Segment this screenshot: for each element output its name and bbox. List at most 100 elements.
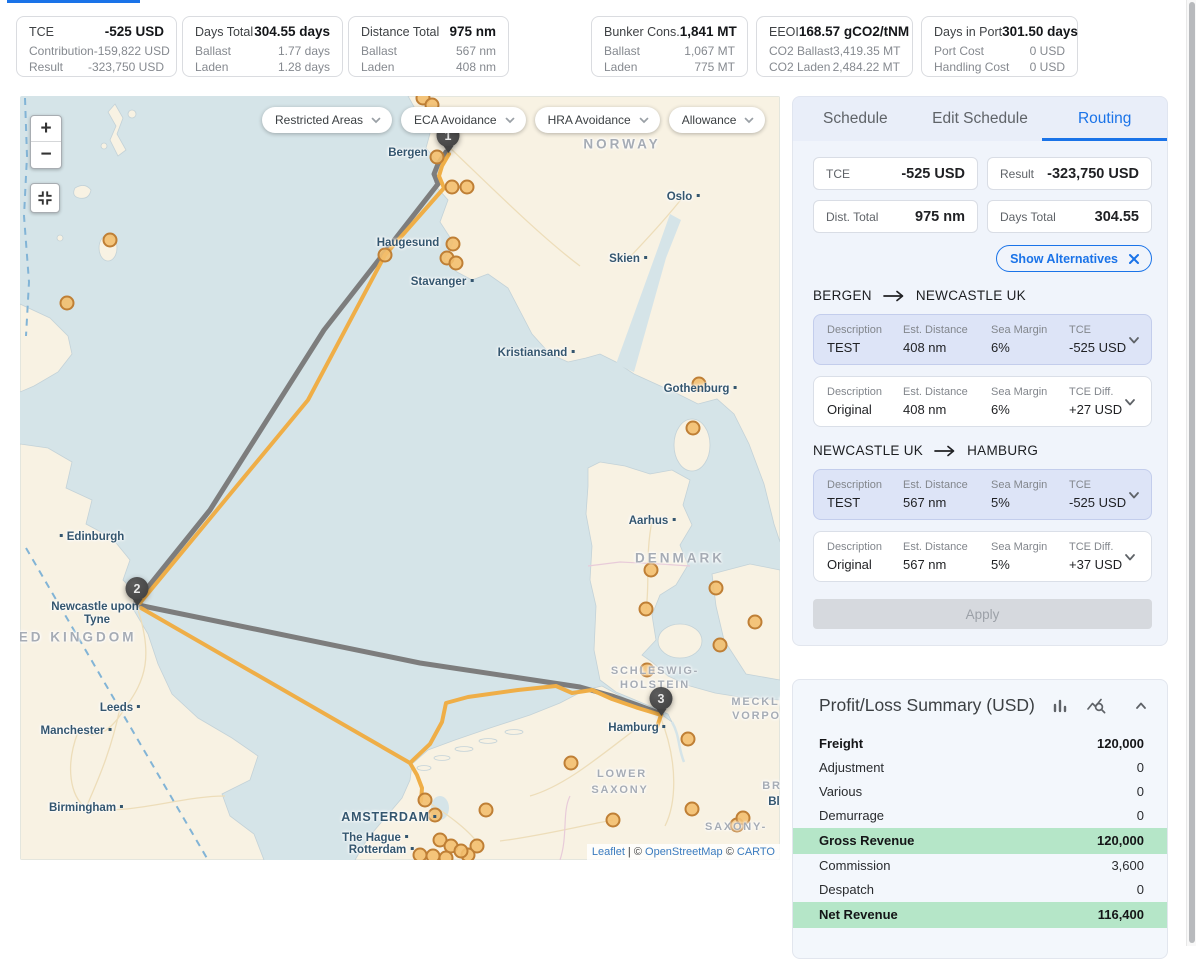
port-dot[interactable] (686, 803, 699, 816)
option-est-distance: Est. Distance567 nm (903, 541, 991, 572)
close-icon[interactable] (1127, 252, 1141, 266)
tab-edit-schedule[interactable]: Edit Schedule (918, 97, 1043, 141)
route-option[interactable]: DescriptionOriginalEst. Distance567 nmSe… (813, 531, 1152, 582)
attribution-link-leaflet[interactable]: Leaflet (592, 846, 625, 858)
filter-label: ECA Avoidance (414, 113, 497, 127)
kpi-sub-label: CO2 Ballast (769, 43, 833, 59)
port-dot[interactable] (687, 422, 700, 435)
zoom-out-button[interactable]: − (31, 142, 61, 168)
port-dot[interactable] (104, 234, 117, 247)
route-option-selected[interactable]: DescriptionTESTEst. Distance567 nmSea Ma… (813, 469, 1152, 520)
port-dot[interactable] (480, 804, 493, 817)
route-option-selected[interactable]: DescriptionTESTEst. Distance408 nmSea Ma… (813, 314, 1152, 365)
kpi-card-header: Days in Port301.50 days (934, 24, 1065, 39)
port-dot[interactable] (446, 181, 459, 194)
kpi-sub-label: Laden (195, 59, 228, 75)
port-dot[interactable] (379, 249, 392, 262)
kpi-subrow: Handling Cost0 USD (934, 59, 1065, 75)
option-col-value: 567 nm (903, 495, 991, 510)
kpi-sub-label: Ballast (195, 43, 231, 59)
chevron-down-icon[interactable] (1126, 487, 1142, 503)
chevron-down-icon (371, 117, 381, 124)
pl-row-value: 3,600 (1111, 858, 1144, 874)
pl-row-freight: Freight120,000 (793, 732, 1167, 756)
port-dot[interactable] (645, 564, 658, 577)
kpi-title: Days in Port (934, 25, 1002, 39)
pl-row-label: Net Revenue (819, 907, 898, 923)
attribution-link-carto[interactable]: CARTO (737, 846, 775, 858)
panel-tabbar: ScheduleEdit ScheduleRouting (792, 96, 1168, 142)
port-dot[interactable] (693, 378, 706, 391)
port-dot[interactable] (714, 639, 727, 652)
port-dot[interactable] (440, 852, 453, 861)
port-dot[interactable] (640, 603, 653, 616)
port-dot[interactable] (737, 812, 750, 825)
fit-bounds-button[interactable] (30, 183, 60, 213)
filter-eca-avoidance[interactable]: ECA Avoidance (401, 107, 526, 133)
waypoint-marker-2[interactable]: 2 (126, 577, 149, 606)
bar-chart-icon[interactable] (1051, 697, 1069, 715)
leg-from: NEWCASTLE UK (813, 443, 923, 458)
kpi-sub-label: Contribution (29, 43, 94, 59)
port-dot[interactable] (427, 850, 440, 861)
filter-hra-avoidance[interactable]: HRA Avoidance (535, 107, 660, 133)
page-scrollbar[interactable] (1186, 0, 1196, 946)
kpi-sub-value: -323,750 USD (88, 59, 164, 75)
tab-schedule[interactable]: Schedule (793, 97, 918, 141)
option-tce: TCE-525 USD (1069, 479, 1126, 510)
port-dot[interactable] (461, 181, 474, 194)
map-zoom-control: + − (30, 115, 62, 169)
pl-row-various: Various0 (793, 780, 1167, 804)
kpi-card-days-in-port: Days in Port301.50 daysPort Cost0 USDHan… (921, 16, 1078, 77)
kpi-sub-value: 408 nm (456, 59, 496, 75)
port-dot[interactable] (429, 809, 442, 822)
tab-routing[interactable]: Routing (1042, 97, 1167, 141)
port-dot[interactable] (749, 616, 762, 629)
port-dot[interactable] (414, 849, 427, 861)
route-option[interactable]: DescriptionOriginalEst. Distance408 nmSe… (813, 376, 1152, 427)
option-col-label: TCE (1069, 479, 1126, 491)
port-dot[interactable] (565, 757, 578, 770)
kpi-sub-value: 3,419.35 MT (833, 43, 900, 59)
port-dot[interactable] (607, 814, 620, 827)
option-col-value: 6% (991, 402, 1069, 417)
filter-allowance[interactable]: Allowance (669, 107, 766, 133)
option-col-value: TEST (827, 340, 903, 355)
voyage-map[interactable]: NORWAYBergenOsloHaugesundSkienStavangerK… (20, 96, 780, 860)
chevron-down-icon[interactable] (1122, 394, 1138, 410)
arrow-right-icon (883, 290, 905, 302)
option-col-label: Est. Distance (903, 541, 991, 553)
kpi-value: 301.50 days (1002, 24, 1078, 39)
port-dot[interactable] (455, 845, 468, 858)
apply-button[interactable]: Apply (813, 599, 1152, 629)
waypoint-marker-3[interactable]: 3 (650, 687, 673, 716)
option-description: DescriptionOriginal (827, 541, 903, 572)
route-leg-newcastle-uk-hamburg: NEWCASTLE UKHAMBURGDescriptionTESTEst. D… (813, 443, 1152, 582)
chart-zoom-icon[interactable] (1087, 696, 1107, 715)
kpi-subrow: Laden 408 nm (361, 59, 496, 75)
scrollbar-thumb[interactable] (1189, 2, 1195, 943)
chevron-down-icon[interactable] (1126, 332, 1142, 348)
collapse-summary-button[interactable] (1133, 698, 1149, 714)
zoom-in-button[interactable]: + (31, 116, 61, 142)
pl-row-label: Freight (819, 736, 863, 752)
show-alternatives-button[interactable]: Show Alternatives (996, 245, 1152, 272)
port-dot[interactable] (710, 582, 723, 595)
attribution-link-openstreetmap[interactable]: OpenStreetMap (645, 846, 723, 858)
port-dot[interactable] (419, 794, 432, 807)
kpi-sub-label: Laden (361, 59, 394, 75)
pl-row-demurrage: Demurrage0 (793, 804, 1167, 828)
stat-result: Result-323,750 USD (987, 157, 1152, 190)
route-line-original-bergen-newcastle[interactable] (136, 152, 446, 602)
chevron-down-icon[interactable] (1122, 549, 1138, 565)
option-col-label: Sea Margin (991, 324, 1069, 336)
port-dot[interactable] (447, 238, 460, 251)
port-dot[interactable] (61, 297, 74, 310)
port-dot[interactable] (450, 257, 463, 270)
kpi-title: EEOI (769, 25, 799, 39)
option-col-value: -525 USD (1069, 340, 1126, 355)
port-dot[interactable] (641, 664, 654, 677)
kpi-title: Days Total (195, 25, 253, 39)
filter-restricted-areas[interactable]: Restricted Areas (262, 107, 392, 133)
port-dot[interactable] (682, 733, 695, 746)
